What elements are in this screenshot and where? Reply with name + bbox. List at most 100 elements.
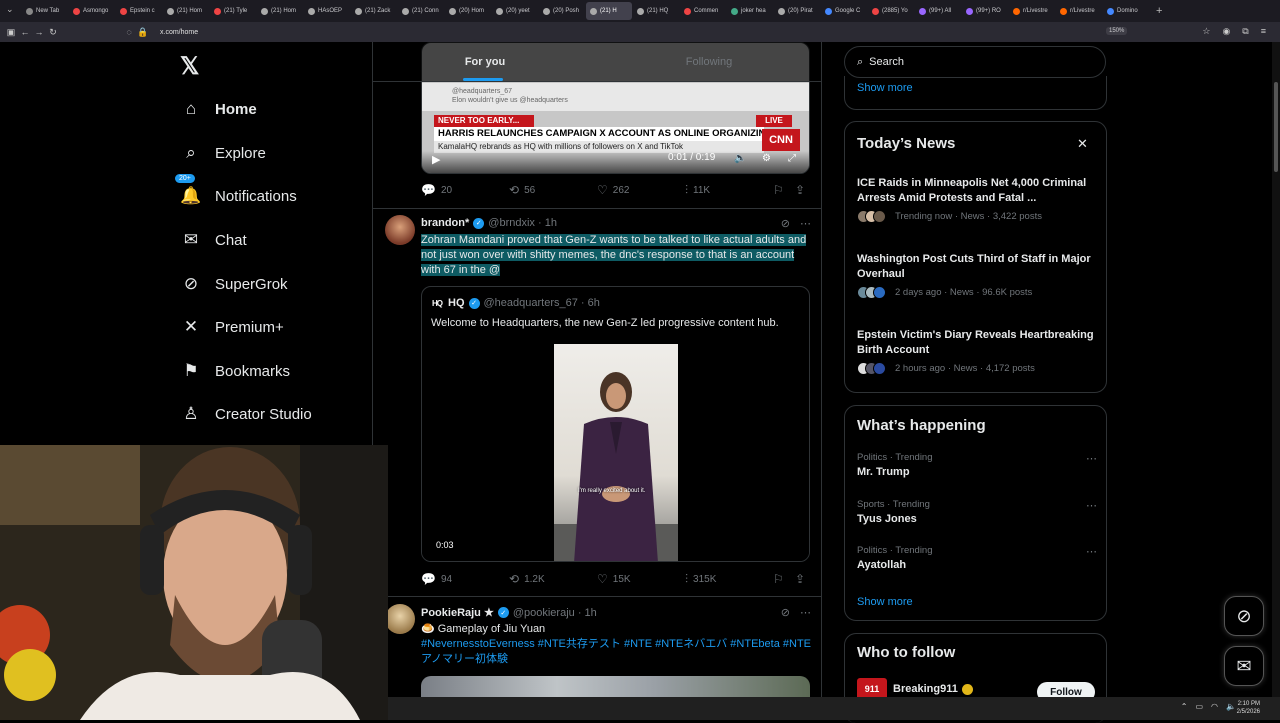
browser-tab[interactable]: New Tab <box>22 2 68 20</box>
play-icon[interactable]: ▶ <box>432 153 440 166</box>
tweet-time[interactable]: 1h <box>545 217 557 229</box>
close-icon[interactable]: ✕ <box>1077 136 1088 152</box>
nav-item-home[interactable]: ⌂ Home <box>180 94 257 124</box>
browser-tab[interactable]: (20) Hom <box>445 2 491 20</box>
browser-tab[interactable]: (99+) All <box>915 2 961 20</box>
nav-item-supergrok[interactable]: ⊘ SuperGrok <box>180 269 288 299</box>
nav-item-bookmarks[interactable]: ⚑ Bookmarks <box>180 356 290 386</box>
page-scrollbar[interactable] <box>1272 42 1280 697</box>
more-icon[interactable]: ⋯ <box>800 217 811 230</box>
browser-tab[interactable]: joker hea <box>727 2 773 20</box>
tweet-time[interactable]: 1h <box>585 607 597 619</box>
forward-icon[interactable]: → <box>32 27 46 37</box>
repost-button[interactable]: ⟲ 56 <box>509 183 597 197</box>
menu-icon[interactable]: ≡ <box>1261 26 1266 37</box>
browser-tab[interactable]: (2885) Yo <box>868 2 914 20</box>
bookmark-button[interactable]: ⚐ <box>773 183 795 197</box>
wifi-icon[interactable]: ◠ <box>1211 702 1218 711</box>
nav-item-explore[interactable]: ⌕ Explore <box>180 138 266 168</box>
browser-tab[interactable]: (20) Pirat <box>774 2 820 20</box>
reply-button[interactable]: 💬 94 <box>421 572 509 586</box>
tab-following[interactable]: Following <box>597 42 821 81</box>
bookmark-star-icon[interactable]: ☆ <box>1202 26 1210 37</box>
nav-item-chat[interactable]: ✉ Chat <box>180 225 247 255</box>
repost-button[interactable]: ⟲ 1.2K <box>509 572 597 586</box>
more-icon[interactable]: ⋯ <box>1086 452 1097 465</box>
avatar[interactable] <box>385 215 415 245</box>
more-icon[interactable]: ⋯ <box>1086 499 1097 512</box>
taskbar-clock[interactable]: 2:10 PM 2/5/2026 <box>1237 700 1260 716</box>
browser-tab[interactable]: (21) H <box>586 2 632 20</box>
tray-expand-icon[interactable]: ⌃ <box>1181 702 1188 711</box>
messages-floating-button[interactable]: ✉ <box>1224 646 1264 686</box>
zoom-level[interactable]: 150% <box>1106 27 1128 35</box>
browser-tab[interactable]: (20) yeet <box>492 2 538 20</box>
search-input[interactable]: ⌕ Search <box>844 46 1106 78</box>
trend-item[interactable]: Politics · Trending Mr. Trump ⋯ <box>857 452 1097 478</box>
browser-tab[interactable]: r/Livestre <box>1056 2 1102 20</box>
browser-tab[interactable]: (21) HQ <box>633 2 679 20</box>
x-logo-icon[interactable]: 𝕏 <box>180 52 199 81</box>
shield-icon[interactable]: ◌ <box>122 27 136 37</box>
account-icon[interactable]: ◉ <box>1222 26 1230 37</box>
network-icon[interactable]: ▭ <box>1195 702 1203 711</box>
fullscreen-icon[interactable]: ⤢ <box>788 153 796 164</box>
grok-floating-button[interactable]: ⊘ <box>1224 596 1264 636</box>
avatar[interactable] <box>385 604 415 634</box>
like-button[interactable]: ♡ 15K <box>597 572 685 586</box>
back-icon[interactable]: ← <box>18 27 32 37</box>
tweet-author-name[interactable]: PookieRaju ★ <box>421 606 494 619</box>
settings-icon[interactable]: ⚙ <box>762 153 771 164</box>
sidebar-toggle-icon[interactable]: ▣ <box>4 27 18 38</box>
browser-tab[interactable]: (21) Zack <box>351 2 397 20</box>
tweet-author-handle[interactable]: @pookieraju <box>513 607 575 619</box>
tab-list-icon[interactable]: ⌄ <box>6 4 14 15</box>
new-tab-button[interactable]: + <box>1156 5 1162 17</box>
reply-button[interactable]: 💬 20 <box>421 183 509 197</box>
volume-icon[interactable]: 🔈 <box>1226 702 1236 711</box>
reload-icon[interactable]: ↻ <box>46 27 60 38</box>
trend-item[interactable]: Politics · Trending Ayatollah ⋯ <box>857 545 1097 571</box>
tweet-author-handle[interactable]: @brndxix <box>488 217 535 229</box>
news-item[interactable]: Epstein Victim's Diary Reveals Heartbrea… <box>857 328 1097 375</box>
views-button[interactable]: ⫶ 315K <box>685 572 773 587</box>
browser-tab[interactable]: HAsOEP <box>304 2 350 20</box>
bookmark-button[interactable]: ⚐ <box>773 572 795 586</box>
share-button[interactable]: ⇪ <box>795 183 810 197</box>
browser-tab[interactable]: (21) Tyle <box>210 2 256 20</box>
browser-tab[interactable]: (99+) RO <box>962 2 1008 20</box>
views-button[interactable]: ⫶ 11K <box>685 183 773 198</box>
news-item[interactable]: ICE Raids in Minneapolis Net 4,000 Crimi… <box>857 176 1097 223</box>
browser-tab[interactable]: (21) Hom <box>163 2 209 20</box>
browser-tab[interactable]: (21) Conn <box>398 2 444 20</box>
browser-tab[interactable]: Commen <box>680 2 726 20</box>
browser-tab[interactable]: Domino <box>1103 2 1149 20</box>
show-more-link[interactable]: Show more <box>857 596 913 608</box>
browser-tab[interactable]: (20) Posh <box>539 2 585 20</box>
quoted-video[interactable]: I'm really excited about it. 0:03 <box>422 344 809 561</box>
more-icon[interactable]: ⋯ <box>800 606 811 619</box>
like-button[interactable]: ♡ 262 <box>597 183 685 197</box>
browser-tab[interactable]: Google C <box>821 2 867 20</box>
share-button[interactable]: ⇪ <box>795 572 810 586</box>
trend-item[interactable]: Sports · Trending Tyus Jones ⋯ <box>857 499 1097 525</box>
browser-tab[interactable]: Epstein c <box>116 2 162 20</box>
nav-item-creator-studio[interactable]: ♙ Creator Studio <box>180 399 311 429</box>
grok-icon[interactable]: ⊘ <box>781 606 790 619</box>
browser-tab[interactable]: (21) Hom <box>257 2 303 20</box>
grok-icon[interactable]: ⊘ <box>781 217 790 230</box>
browser-tab[interactable]: Asmongo <box>69 2 115 20</box>
more-icon[interactable]: ⋯ <box>1086 545 1097 558</box>
browser-tab[interactable]: r/Livestre <box>1009 2 1055 20</box>
tab-for-you[interactable]: For you <box>373 42 597 81</box>
tweet-author-name[interactable]: brandon* <box>421 217 469 229</box>
nav-item-premium[interactable]: ✕ Premium+ <box>180 312 284 342</box>
nav-item-notifications[interactable]: 20+ 🔔 Notifications <box>174 173 297 211</box>
quoted-tweet[interactable]: HQ HQ ✓ @headquarters_67 · 6h Welcome to… <box>421 286 810 562</box>
url-field[interactable]: x.com/home <box>160 29 198 36</box>
show-more-link[interactable]: Show more <box>857 82 913 94</box>
volume-icon[interactable]: 🔈 <box>734 153 746 164</box>
extensions-icon[interactable]: ⧉ <box>1242 26 1248 37</box>
scrollbar-thumb[interactable] <box>1274 82 1278 172</box>
tweet-hashtags[interactable]: #NevernesstoEverness #NTE共存テスト #NTE #NTE… <box>421 637 813 667</box>
